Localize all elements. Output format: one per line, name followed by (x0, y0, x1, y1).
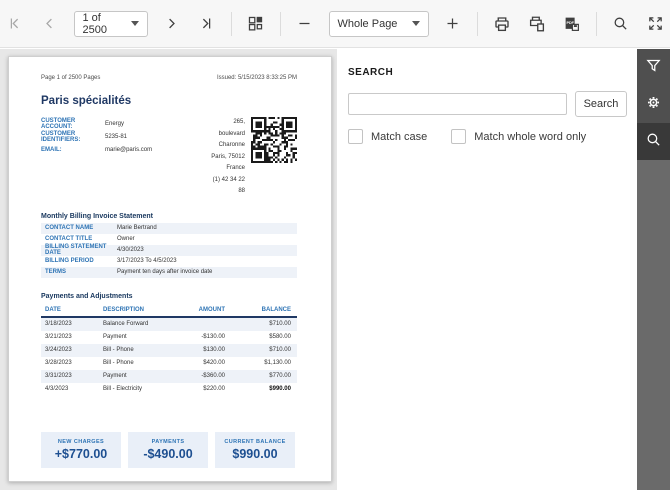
right-sidebar (637, 49, 670, 490)
detail-row: BILLING STATEMENT DATE 4/30/2023 (41, 244, 297, 256)
payments-table: DATE DESCRIPTION AMOUNT BALANCE 3/18/202… (41, 304, 297, 396)
summary-payments: PAYMENTS -$490.00 (128, 431, 208, 468)
customer-field: CUSTOMER IDENTIFIERS: 5235-81 (41, 130, 128, 143)
table-row: 3/18/2023 Balance Forward $710.00 (41, 317, 297, 331)
match-case-label: Match case (371, 130, 428, 143)
settings-button[interactable] (637, 86, 670, 123)
zoom-level-value: Whole Page (337, 17, 398, 30)
document-page: Page 1 of 2500 Pages Issued: 5/15/2023 8… (8, 56, 332, 482)
toolbar-divider (230, 11, 232, 36)
zoom-out-button[interactable] (294, 11, 316, 37)
customer-block: CUSTOMER ACCOUNT: Energy CUSTOMER IDENTI… (41, 117, 297, 198)
zoom-in-icon (445, 16, 460, 31)
zoom-level-select[interactable]: Whole Page (328, 10, 429, 37)
match-case-checkbox[interactable] (348, 129, 363, 144)
table-row: 3/21/2023 Payment -$130.00 $580.00 (45, 334, 291, 340)
pdf-save-icon: PDF (563, 15, 581, 33)
table-row: 3/24/2023 Bill - Phone $130.00 $710.00 (41, 343, 297, 357)
table-row: 4/3/2023 Bill - Electricity $220.00 $990… (45, 386, 291, 392)
page-number-value: 1 of 2500 (82, 11, 107, 36)
balance-summary: NEW CHARGES +$770.00 PAYMENTS -$490.00 C… (41, 431, 297, 468)
chevron-down-icon (130, 21, 139, 26)
filter-button[interactable] (637, 49, 670, 86)
detail-row: BILLING PERIOD 3/17/2023 To 4/5/2023 (45, 258, 177, 264)
document-viewer-canvas[interactable]: Page 1 of 2500 Pages Issued: 5/15/2023 8… (0, 49, 337, 490)
thumbnails-button[interactable] (245, 11, 267, 37)
last-page-button[interactable] (196, 11, 218, 37)
detail-row: CONTACT TITLE Owner (45, 236, 135, 242)
export-pdf-button[interactable]: PDF (561, 11, 583, 37)
page-number-select[interactable]: 1 of 2500 (73, 10, 148, 37)
payments-table-header: DATE DESCRIPTION AMOUNT BALANCE (41, 304, 297, 318)
summary-current-balance: CURRENT BALANCE $990.00 (215, 431, 295, 468)
search-tab-button[interactable] (637, 123, 670, 160)
qr-code (251, 117, 297, 163)
last-page-icon (199, 16, 214, 31)
first-page-button[interactable] (4, 11, 26, 37)
toolbar-divider (476, 11, 478, 36)
match-whole-word-label: Match whole word only (474, 130, 587, 143)
print-all-button[interactable] (526, 11, 548, 37)
toolbar-search-button[interactable] (610, 11, 632, 37)
chevron-down-icon (411, 21, 420, 26)
doc-page-info: Page 1 of 2500 Pages (41, 75, 101, 81)
statement-details: CONTACT NAME Marie Bertrand CONTACT TITL… (41, 222, 297, 278)
thumbnails-icon (247, 15, 264, 32)
next-page-button[interactable] (161, 11, 183, 37)
previous-page-button[interactable] (39, 11, 61, 37)
document-viewer-app: 1 of 2500 Whole Page PDF Page 1 of 2500 … (0, 0, 670, 490)
gear-icon (645, 94, 662, 116)
zoom-in-button[interactable] (442, 11, 464, 37)
first-page-icon (7, 16, 22, 31)
fullscreen-button[interactable] (645, 11, 667, 37)
toolbar: 1 of 2500 Whole Page PDF (0, 0, 670, 48)
previous-page-icon (42, 16, 57, 31)
summary-new-charges: NEW CHARGES +$770.00 (41, 431, 121, 468)
toolbar-divider (595, 11, 597, 36)
printer-pages-icon (528, 15, 546, 33)
statement-heading: Monthly Billing Invoice Statement (41, 212, 154, 220)
filter-icon (645, 57, 662, 79)
printer-icon (493, 15, 511, 33)
detail-row: TERMS Payment ten days after invoice dat… (41, 266, 297, 278)
search-button[interactable]: Search (575, 91, 627, 117)
fullscreen-icon (647, 15, 664, 32)
search-icon (645, 131, 662, 153)
detail-row: CONTACT NAME Marie Bertrand (41, 222, 297, 234)
table-row: 3/31/2023 Payment -$360.00 $770.00 (41, 369, 297, 383)
search-panel: SEARCH Search Match case Match whole wor… (337, 49, 637, 490)
search-icon (612, 15, 629, 32)
zoom-out-icon (297, 16, 312, 31)
customer-field: CUSTOMER ACCOUNT: Energy (41, 117, 125, 130)
customer-field: EMAIL: marie@paris.com (41, 146, 153, 153)
search-panel-title: SEARCH (348, 67, 394, 78)
toolbar-divider (279, 11, 281, 36)
search-input[interactable] (348, 93, 567, 115)
next-page-icon (164, 16, 179, 31)
print-button[interactable] (491, 11, 513, 37)
doc-title: Paris spécialités (41, 95, 132, 107)
customer-address: 265, boulevard Charonne Paris, 75012 Fra… (211, 119, 245, 194)
table-row: 3/28/2023 Bill - Phone $420.00 $1,130.00 (45, 360, 291, 366)
match-whole-word-checkbox[interactable] (451, 129, 467, 144)
doc-issued-date: Issued: 5/15/2023 8:33:25 PM (216, 75, 297, 81)
payments-heading: Payments and Adjustments (41, 292, 133, 300)
